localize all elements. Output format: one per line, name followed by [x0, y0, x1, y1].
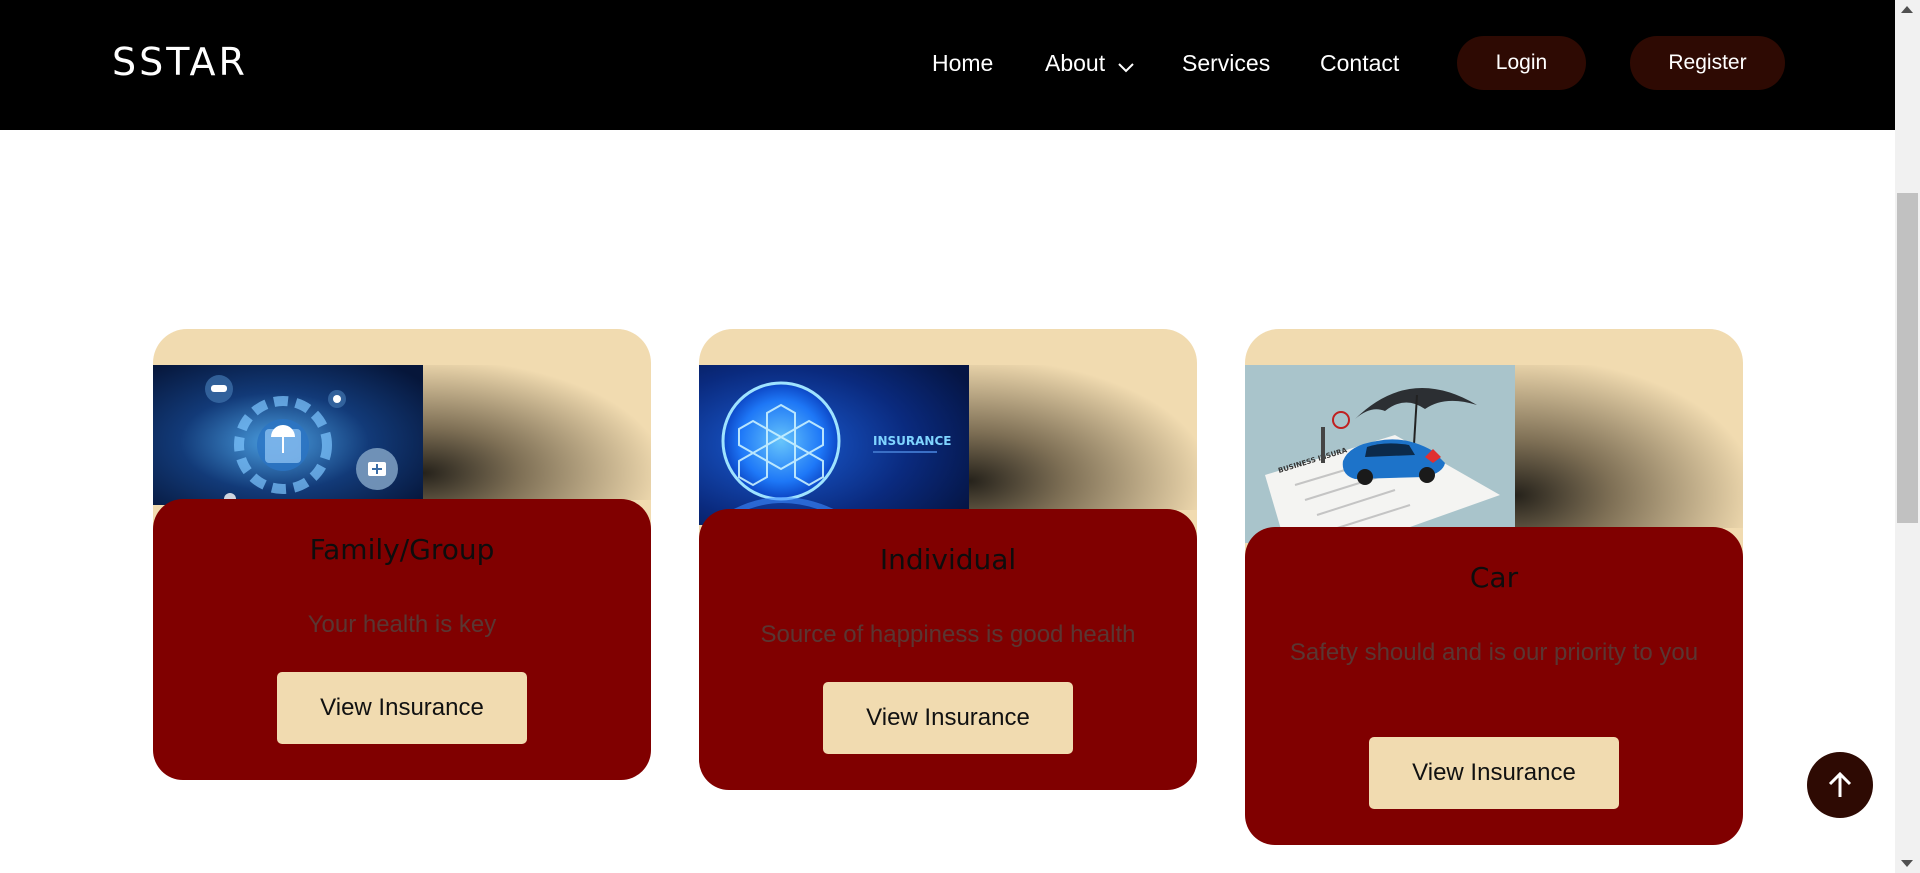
scrollbar-thumb[interactable] [1897, 193, 1918, 523]
card-shadow [423, 365, 651, 500]
card-subtitle: Source of happiness is good health [760, 621, 1136, 648]
nav-home[interactable]: Home [932, 46, 993, 80]
site-header: SSTAR Home About Services Contact Login … [0, 0, 1895, 130]
card-shadow [969, 365, 1197, 510]
view-insurance-button[interactable]: View Insurance [823, 682, 1073, 754]
card-title: Car [1469, 561, 1519, 594]
register-button[interactable]: Register [1630, 36, 1785, 90]
back-to-top-button[interactable] [1807, 752, 1873, 818]
card-subtitle: Your health is key [307, 611, 497, 638]
nav-about[interactable]: About [1045, 46, 1134, 82]
nav-about-label: About [1045, 50, 1106, 76]
scroll-up-arrow[interactable] [1901, 6, 1913, 13]
nav-services[interactable]: Services [1182, 46, 1270, 80]
scroll-down-arrow[interactable] [1901, 860, 1913, 867]
nav-contact[interactable]: Contact [1320, 46, 1399, 80]
card-body: Individual Source of happiness is good h… [699, 509, 1197, 790]
insurance-card-family: Family/Group Your health is key View Ins… [153, 329, 651, 780]
card-shadow [1515, 365, 1743, 528]
card-subtitle: Safety should and is our priority to you [1289, 639, 1699, 666]
card-title: Individual [879, 543, 1017, 576]
insurance-globe-photo: INSURANCE [699, 365, 969, 525]
insurance-card-individual: INSURANCE Individual Source of happiness… [699, 329, 1197, 790]
card-body: Car Safety should and is our priority to… [1245, 527, 1743, 845]
view-insurance-button[interactable]: View Insurance [277, 672, 527, 744]
site-logo[interactable]: SSTAR [112, 36, 248, 88]
chevron-down-icon [1117, 48, 1134, 82]
card-body: Family/Group Your health is key View Ins… [153, 499, 651, 780]
view-insurance-button[interactable]: View Insurance [1369, 737, 1619, 809]
login-button[interactable]: Login [1457, 36, 1586, 90]
car-umbrella-photo: BUSINESS INSURA [1245, 365, 1515, 543]
family-insurance-photo [153, 365, 423, 505]
insurance-card-car: BUSINESS INSURA Car Safety should and is… [1245, 329, 1743, 845]
insurance-image-text: INSURANCE [873, 434, 951, 448]
arrow-up-icon [1828, 771, 1852, 797]
card-title: Family/Group [309, 533, 495, 566]
